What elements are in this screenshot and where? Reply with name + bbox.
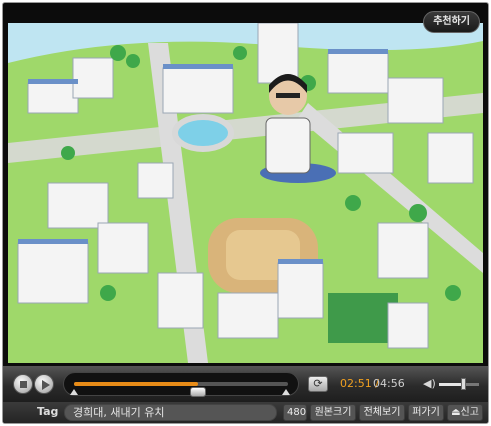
building-13: [377, 222, 429, 279]
tower-building: [257, 23, 299, 84]
seek-start-marker: [70, 389, 78, 395]
play-button[interactable]: [34, 374, 54, 394]
report-icon: ⏏: [451, 407, 461, 418]
play-icon: [35, 375, 53, 393]
roof-main-hall: [163, 64, 233, 69]
report-button[interactable]: ⏏신고: [447, 404, 483, 421]
seek-progress-fill: [74, 382, 199, 386]
tree-5: [409, 204, 427, 222]
volume-thumb[interactable]: [461, 378, 466, 390]
tree-2: [126, 54, 140, 68]
tree-9: [445, 285, 461, 301]
tag-bar: Tag 경희대, 새내기 유치 480 원본크기 전체보기 퍼가기 ⏏신고: [3, 402, 488, 423]
building-6: [337, 132, 394, 174]
tree-7: [345, 195, 361, 211]
tree-8: [61, 146, 75, 160]
building-5: [427, 132, 474, 184]
tree-3: [233, 46, 247, 60]
video-frame[interactable]: [8, 23, 483, 363]
seek-bar[interactable]: [63, 372, 299, 397]
report-label: 신고: [460, 407, 479, 418]
roundabout: [172, 114, 234, 152]
building-2: [72, 57, 114, 99]
volume-slider[interactable]: [439, 378, 479, 390]
building-12: [277, 262, 324, 319]
scrap-button[interactable]: 퍼가기: [408, 404, 444, 421]
control-bar: ⟳ 02:51 / 04:56 ◀): [3, 366, 488, 402]
quality-button[interactable]: 480: [283, 404, 307, 421]
building-3: [327, 52, 389, 94]
building-4: [387, 77, 444, 124]
volume-fill: [439, 383, 463, 386]
character-body: [265, 117, 311, 174]
seek-thumb[interactable]: [190, 387, 207, 397]
speaker-icon[interactable]: ◀): [423, 377, 436, 390]
building-15: [137, 162, 174, 199]
campus-illustration: [8, 23, 483, 363]
seek-track[interactable]: [74, 382, 288, 397]
character-glasses: [276, 93, 300, 98]
roof-3: [328, 49, 388, 54]
seek-end-marker: [282, 389, 290, 395]
original-size-button[interactable]: 원본크기: [310, 404, 356, 421]
building-8: [17, 242, 89, 304]
stop-icon: [14, 375, 32, 393]
building-14: [387, 302, 429, 349]
building-1: [27, 82, 79, 114]
roof-8: [18, 239, 88, 244]
tag-field: 경희대, 새내기 유치: [64, 404, 277, 421]
building-10: [157, 272, 204, 329]
tree-1: [110, 45, 126, 61]
current-time-value: 02:51: [340, 377, 372, 390]
building-11: [217, 292, 279, 339]
repeat-icon: ⟳: [313, 377, 323, 390]
tag-label: Tag: [37, 405, 59, 418]
fullscreen-button[interactable]: 전체보기: [359, 404, 405, 421]
stop-button[interactable]: [13, 374, 33, 394]
roof-1: [28, 79, 78, 84]
main-hall: [162, 67, 234, 114]
recommend-button[interactable]: 추천하기: [423, 11, 480, 33]
building-9: [97, 222, 149, 274]
total-time: 04:56: [373, 377, 405, 390]
repeat-button[interactable]: ⟳: [308, 376, 328, 392]
video-player: 추천하기 ⟳ 02:51 / 04:56 ◀) Tag 경희대, 새내기 유치 …: [2, 2, 489, 424]
building-7: [47, 182, 109, 229]
tree-6: [100, 285, 116, 301]
roof-12: [278, 259, 323, 264]
